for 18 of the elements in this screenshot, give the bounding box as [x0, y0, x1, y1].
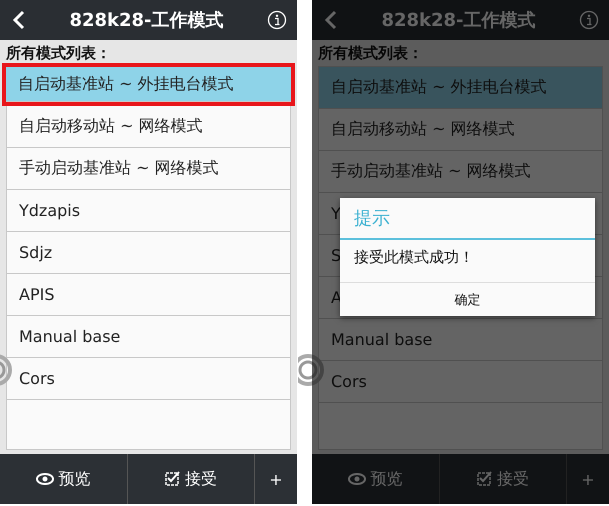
accept-button[interactable]: 接受: [128, 454, 255, 504]
dialog-title: 提示: [340, 198, 595, 240]
checkbox-icon: [164, 471, 181, 487]
mode-item[interactable]: 自启动基准站 ~ 外挂电台模式: [6, 67, 291, 102]
list-header: 所有模式列表：: [316, 43, 424, 64]
info-icon[interactable]: [266, 10, 287, 30]
list-header: 所有模式列表：: [4, 43, 112, 64]
confirm-button[interactable]: 确定: [340, 282, 595, 316]
checkbox-icon: [476, 471, 493, 487]
back-icon[interactable]: [12, 10, 26, 30]
touch-indicator-icon: [298, 352, 326, 388]
preview-button[interactable]: 预览: [0, 454, 128, 504]
screen-title: 828k28-工作模式: [69, 9, 224, 32]
eye-icon: [36, 473, 54, 485]
add-button[interactable]: +: [255, 454, 297, 504]
screen-title: 828k28-工作模式: [381, 9, 536, 32]
dialog-message: 接受此模式成功！: [353, 247, 475, 268]
eye-icon: [348, 473, 366, 485]
